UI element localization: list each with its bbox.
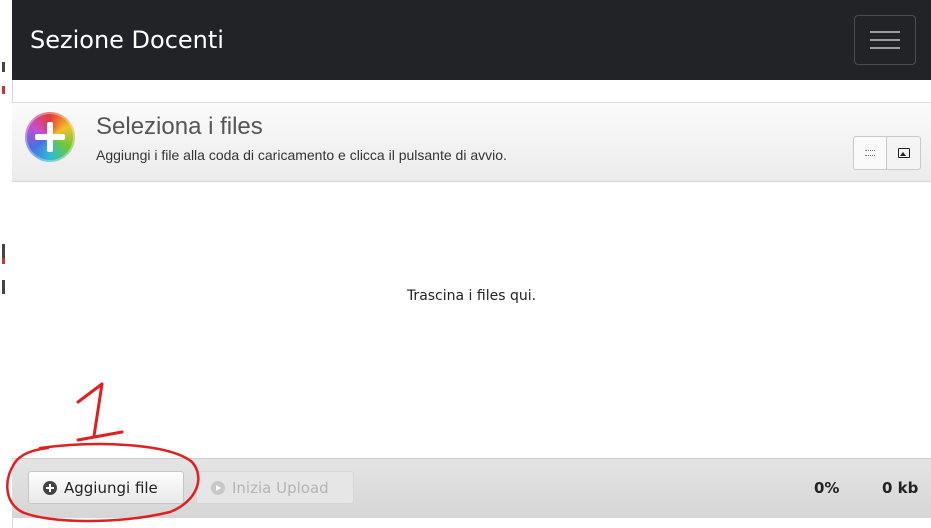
upload-percent: 0% — [814, 479, 840, 497]
top-navbar: Sezione Docenti — [12, 0, 931, 80]
uploader-title: Seleziona i files — [96, 113, 263, 140]
list-view-icon — [865, 150, 875, 156]
thumbnail-view-icon — [897, 148, 910, 158]
play-circle-icon — [211, 480, 225, 495]
uploader-footer: Aggiungi file Inizia Upload 0% 0 kb — [12, 458, 931, 518]
add-file-button[interactable]: Aggiungi file — [28, 471, 184, 504]
navbar-title: Sezione Docenti — [30, 26, 224, 54]
menu-toggle-button[interactable] — [854, 15, 916, 65]
start-upload-button[interactable]: Inizia Upload — [196, 471, 354, 504]
annotation-number — [76, 382, 124, 442]
thumbnail-view-button[interactable] — [887, 136, 921, 170]
add-file-label: Aggiungi file — [64, 478, 158, 497]
view-toggle-group — [853, 136, 921, 170]
start-upload-label: Inizia Upload — [232, 478, 329, 497]
drop-zone-text: Trascina i files qui. — [406, 288, 537, 304]
drop-zone[interactable]: Trascina i files qui. — [12, 182, 931, 458]
add-circle-icon — [25, 112, 75, 162]
upload-size: 0 kb — [882, 479, 919, 497]
list-view-button[interactable] — [853, 136, 887, 170]
uploader-header: Seleziona i files Aggiungi i file alla c… — [12, 102, 931, 182]
plus-circle-icon — [43, 480, 57, 495]
uploader-subtitle: Aggiungi i file alla coda di caricamento… — [96, 147, 507, 163]
